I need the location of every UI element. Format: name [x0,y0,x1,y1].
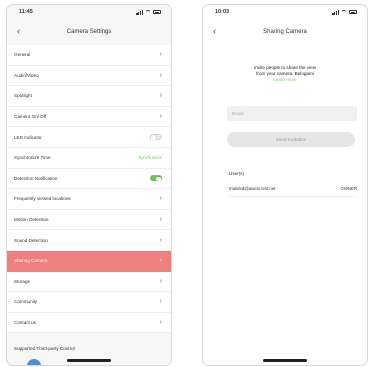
settings-row[interactable]: General › [7,45,171,66]
toggle-knob [151,135,156,141]
chevron-right-icon: › [159,216,162,224]
user-email: trialofed@aiuelo.test.net [229,186,276,192]
settings-row-label: Sharing Camera [14,258,48,264]
shared-user-row: trialofed@aiuelo.test.net OWNER [229,182,357,197]
settings-row[interactable]: Sound Detection › [7,230,171,251]
settings-row-value[interactable]: Synchronize [138,155,162,160]
settings-row[interactable]: Spotlight › [7,86,171,107]
settings-row[interactable]: Motion Detection › [7,210,171,231]
status-time: 11:45 [19,9,33,15]
invite-description: Invite people to share the view from you… [203,65,367,84]
chevron-right-icon: › [159,298,162,306]
settings-row-label: Audio/Video [14,72,39,78]
page-title: Sharing Camera [263,29,307,35]
chevron-right-icon: › [159,71,162,79]
settings-row-label: Frequently viewed locations [14,196,71,202]
status-time: 10:03 [215,9,230,15]
settings-row-label: Sound Detection [14,237,48,243]
back-chevron-icon[interactable]: ‹ [17,26,20,36]
settings-row-label: Detection Notification [14,175,58,181]
page-title: Camera Settings [66,29,112,35]
chevron-right-icon: › [159,51,162,59]
settings-row[interactable]: Camera On/ Off › [7,107,171,128]
settings-list: General › Audio/Video › Spotlight › Camera On/… [7,45,171,334]
wifi-icon [341,10,347,14]
back-chevron-icon[interactable]: ‹ [213,26,216,36]
camera-settings-screen: 11:45 ‹ Camera Settings General › Audio/Vi… [6,4,172,366]
chevron-right-icon: › [159,92,162,100]
home-indicator [67,359,111,362]
chevron-right-icon: › [159,319,162,327]
settings-row-label: Community [14,299,38,305]
battery-icon [349,10,357,14]
settings-row-label: LED Indicator [14,134,42,140]
chevron-right-icon: › [159,113,162,121]
send-invitation-button[interactable]: Send Invitation [227,131,355,147]
toggle-switch[interactable] [150,134,162,141]
nav-bar: ‹ Sharing Camera [203,19,367,45]
settings-row-label: Motion Detection [14,217,49,223]
home-indicator [263,359,307,362]
toggle-switch[interactable] [150,175,162,182]
settings-row-label: Contact us [14,320,36,326]
settings-row[interactable]: Sharing Camera › [7,250,171,272]
settings-row[interactable]: Contact us › [7,313,171,334]
settings-row[interactable]: Synchronize Time Synchronize [7,148,171,169]
settings-row-label: Synchronize Time [14,155,51,161]
settings-row[interactable]: Storage › [7,272,171,293]
settings-row[interactable]: Frequently viewed locations › [7,189,171,210]
user-role-badge: OWNER [340,186,357,192]
chevron-right-icon: › [159,257,162,265]
signal-icon [332,10,339,15]
status-bar: 10:03 [203,5,367,19]
toggle-knob [156,176,161,182]
settings-row[interactable]: LED Indicator [7,127,171,148]
settings-row[interactable]: Community › [7,292,171,313]
status-bar: 11:45 [7,5,171,19]
settings-row-label: Storage [14,278,31,284]
learn-more-link[interactable]: Learn more [203,77,367,83]
chevron-right-icon: › [159,236,162,244]
chevron-right-icon: › [159,195,162,203]
battery-icon [153,10,161,14]
users-section-label: User(s) [229,170,245,176]
settings-row[interactable]: Detection Notification [7,169,171,190]
third-party-section-title: Supported Third-party Control [7,346,171,351]
settings-row-label: Camera On/ Off [14,114,47,120]
settings-row-label: General [14,52,31,58]
third-party-logo-icon[interactable] [27,359,41,365]
settings-row-label: Spotlight [14,93,32,99]
chevron-right-icon: › [159,277,162,285]
sharing-camera-screen: 10:03 ‹ Sharing Camera Invite people to … [202,4,368,366]
email-input[interactable] [227,105,357,121]
nav-bar: ‹ Camera Settings [7,19,171,45]
signal-icon [136,10,143,15]
wifi-icon [145,10,151,14]
settings-row[interactable]: Audio/Video › [7,66,171,87]
